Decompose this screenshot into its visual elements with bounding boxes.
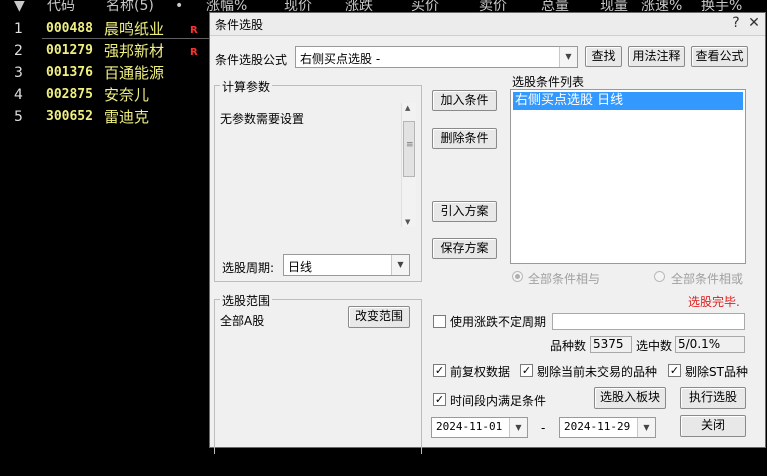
stock-code: 002875 — [46, 87, 93, 102]
condition-stock-picker-dialog: 条件选股 ? ✕ 条件选股公式 右侧买点选股 - ▼ 查找 用法注释 查看公式 … — [209, 12, 766, 454]
dialog-title: 条件选股 — [215, 18, 264, 32]
period-input[interactable] — [552, 313, 745, 330]
stock-name: 晨鸣纸业 — [104, 20, 165, 38]
stock-row[interactable]: 4 002875 安奈儿 — [0, 84, 210, 106]
row-index: 5 — [14, 109, 23, 125]
period-value: 日线 — [288, 260, 313, 274]
selected-value: 5/0.1% — [675, 336, 745, 353]
selected-label: 选中数 — [636, 339, 673, 353]
chevron-down-icon[interactable]: ▼ — [637, 418, 655, 437]
radio-or[interactable] — [654, 271, 665, 282]
date-to-picker[interactable]: 2024-11-29 ▼ — [559, 417, 656, 438]
row-index: 2 — [14, 43, 23, 59]
exclude-st-label: 剔除ST品种 — [685, 365, 748, 379]
stock-name: 强邦新材 — [104, 42, 165, 60]
exclude-untraded-label: 剔除当前未交易的品种 — [537, 365, 658, 379]
stock-row[interactable]: 3 001376 百通能源 — [0, 62, 210, 84]
status-text: 选股完毕. — [688, 295, 740, 309]
change-range-button[interactable]: 改变范围 — [348, 306, 410, 328]
use-period-label: 使用涨跌不定周期 — [450, 315, 547, 329]
delete-condition-button[interactable]: 删除条件 — [432, 128, 497, 149]
row-index: 1 — [14, 21, 23, 37]
find-button[interactable]: 查找 — [585, 46, 622, 67]
params-text: 无参数需要设置 — [220, 112, 305, 126]
row-index: 3 — [14, 65, 23, 81]
margin-flag: R — [190, 47, 198, 58]
radio-dot — [515, 274, 520, 279]
header-dot: • — [175, 0, 184, 14]
date-separator: - — [541, 421, 546, 435]
count-label: 品种数 — [550, 339, 587, 353]
radio-and[interactable] — [512, 271, 523, 282]
period-select[interactable]: 日线 ▼ — [283, 254, 410, 276]
row-selection-underline — [42, 38, 210, 39]
date-from-value: 2024-11-01 — [436, 420, 503, 433]
add-condition-button[interactable]: 加入条件 — [432, 90, 497, 111]
view-formula-button[interactable]: 查看公式 — [691, 46, 748, 67]
stock-name: 百通能源 — [104, 64, 165, 82]
stock-code: 000488 — [46, 21, 93, 36]
params-scrollbar[interactable]: ▲ ≡ ▼ — [401, 103, 416, 227]
grip-icon: ≡ — [406, 140, 414, 150]
header-code[interactable]: 代码 — [47, 0, 75, 14]
formula-value: 右侧买点选股 - — [300, 52, 381, 66]
scroll-up-icon[interactable]: ▲ — [405, 104, 410, 112]
stock-code: 300652 — [46, 109, 93, 124]
range-group-label: 选股范围 — [220, 292, 273, 309]
time-range-label: 时间段内满足条件 — [450, 394, 547, 408]
stock-name: 雷迪克 — [104, 108, 150, 126]
fq-label: 前复权数据 — [450, 365, 511, 379]
use-period-checkbox[interactable] — [433, 315, 446, 328]
params-group-label: 计算参数 — [220, 78, 273, 95]
fq-checkbox[interactable]: ✓ — [433, 364, 446, 377]
row-index: 4 — [14, 87, 23, 103]
chevron-down-icon[interactable]: ▼ — [509, 418, 527, 437]
exclude-st-checkbox[interactable]: ✓ — [668, 364, 681, 377]
close-icon[interactable]: ✕ — [745, 15, 763, 31]
formula-select[interactable]: 右侧买点选股 - ▼ — [295, 46, 578, 68]
save-plan-button[interactable]: 保存方案 — [432, 238, 497, 259]
time-range-checkbox[interactable]: ✓ — [433, 393, 446, 406]
stock-code: 001376 — [46, 65, 93, 80]
count-value: 5375 — [590, 336, 632, 353]
stock-code: 001279 — [46, 43, 93, 58]
chevron-down-icon[interactable]: ▼ — [559, 47, 577, 67]
condition-list-label: 选股条件列表 — [512, 75, 585, 89]
usage-notes-button[interactable]: 用法注释 — [628, 46, 685, 67]
import-plan-button[interactable]: 引入方案 — [432, 201, 497, 222]
date-to-value: 2024-11-29 — [564, 420, 631, 433]
scroll-thumb[interactable]: ≡ — [403, 121, 415, 177]
close-button[interactable]: 关闭 — [680, 415, 746, 437]
exclude-untraded-checkbox[interactable]: ✓ — [520, 364, 533, 377]
help-icon[interactable]: ? — [727, 15, 745, 31]
stock-row[interactable]: 5 300652 雷迪克 — [0, 106, 210, 128]
radio-and-label: 全部条件相与 — [528, 272, 601, 286]
stock-name: 安奈儿 — [104, 86, 150, 104]
sort-arrow-icon[interactable]: ▼ — [14, 0, 25, 14]
date-from-picker[interactable]: 2024-11-01 ▼ — [431, 417, 528, 438]
scroll-down-icon[interactable]: ▼ — [405, 218, 410, 226]
radio-or-label: 全部条件相或 — [671, 272, 744, 286]
header-name[interactable]: 名称(5) — [106, 0, 154, 14]
condition-list-item[interactable]: 右侧买点选股 日线 — [513, 92, 743, 110]
execute-button[interactable]: 执行选股 — [680, 387, 746, 409]
formula-label: 条件选股公式 — [215, 53, 288, 67]
stock-row[interactable]: 2 001279 强邦新材 R — [0, 40, 210, 62]
range-value: 全部A股 — [220, 314, 265, 328]
dialog-titlebar[interactable]: 条件选股 ? ✕ — [210, 13, 765, 36]
chevron-down-icon[interactable]: ▼ — [391, 255, 409, 275]
period-label: 选股周期: — [222, 261, 275, 275]
stock-row[interactable]: 1 000488 晨鸣纸业 R — [0, 18, 210, 40]
to-block-button[interactable]: 选股入板块 — [594, 387, 666, 409]
condition-list[interactable]: 右侧买点选股 日线 — [510, 89, 746, 264]
